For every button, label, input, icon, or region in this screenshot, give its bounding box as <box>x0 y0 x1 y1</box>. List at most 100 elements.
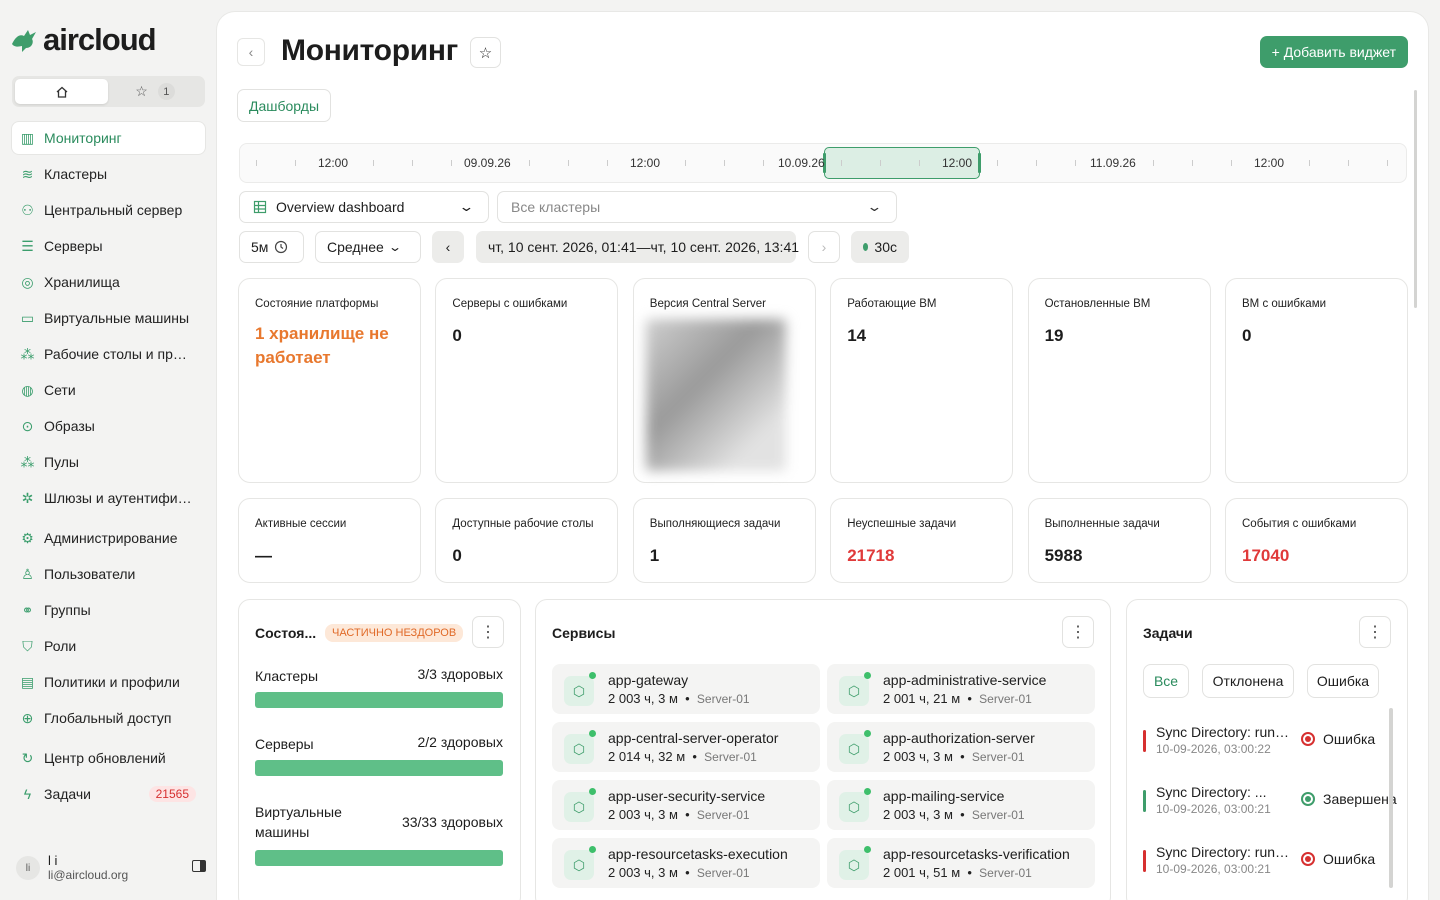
sidebar-item-10[interactable]: ✲ Шлюзы и аутентификация <box>12 482 205 514</box>
stat-card[interactable]: Доступные рабочие столы 0 <box>435 498 619 583</box>
interval-select[interactable]: 5м <box>239 231 304 263</box>
timeline-tick <box>256 160 257 166</box>
add-widget-button[interactable]: + Добавить виджет <box>1259 36 1408 68</box>
sidebar-item-12[interactable]: ♙ Пользователи <box>12 558 205 590</box>
stat-label: ВМ с ошибками <box>1242 298 1327 310</box>
sidebar-item-17[interactable]: ↻ Центр обновлений <box>12 742 205 774</box>
sidebar-item-4[interactable]: ◎ Хранилища <box>12 266 205 298</box>
timeline-label: 12:00 <box>942 156 973 170</box>
time-range-slider[interactable]: 12:00 09.09.26 12:00 10.09.26 12:00 11.09.26 1… <box>239 143 1407 183</box>
service-item[interactable]: ⬡ app-user-security-service 2 003 ч, 3 м… <box>552 780 820 830</box>
sidebar-item-2[interactable]: ⚇ Центральный сервер <box>12 194 205 226</box>
favorite-button[interactable]: ☆ <box>470 37 501 68</box>
service-item[interactable]: ⬡ app-resourcetasks-verification 2 001 ч… <box>827 838 1095 888</box>
timeline-tick <box>1036 160 1037 166</box>
sidebar-item-11[interactable]: ⚙ Администрирование <box>12 522 205 554</box>
sidebar-item-15[interactable]: ▤ Политики и профили <box>12 666 205 698</box>
status-icon <box>1301 792 1315 806</box>
health-bar <box>255 692 503 708</box>
tasks-count-badge: 21565 <box>148 786 196 802</box>
task-filter-tab[interactable]: Все <box>1143 664 1189 698</box>
sidebar-item-5[interactable]: ▭ Виртуальные машины <box>12 302 205 334</box>
sidebar-item-label: Сети <box>44 382 76 398</box>
sidebar-segment: ☆ 1 <box>12 76 205 107</box>
sidebar-item-18[interactable]: ϟ Задачи 21565 <box>12 778 205 810</box>
sidebar-toggle-icon[interactable] <box>192 860 206 872</box>
dashboards-button[interactable]: Дашборды <box>237 89 331 122</box>
sidebar-item-16[interactable]: ⊕ Глобальный доступ <box>12 702 205 734</box>
sidebar-item-7[interactable]: ◍ Сети <box>12 374 205 406</box>
stat-label: Серверы с ошибками <box>452 298 568 310</box>
task-item[interactable]: Sync Directory: running 10-09-2026, 03:0… <box>1143 844 1375 884</box>
stat-card[interactable]: Выполненные задачи 5988 <box>1027 498 1211 583</box>
central-server-icon: ⚇ <box>21 201 34 218</box>
timeline-tick <box>607 160 608 166</box>
stat-card[interactable]: Работающие ВМ 14 <box>830 278 1014 483</box>
logo[interactable]: aircloud <box>10 22 157 58</box>
dashboard-select[interactable]: Overview dashboard ⌄ <box>239 191 489 223</box>
tasks-menu-button[interactable]: ⋮ <box>1359 616 1391 648</box>
service-meta: 2 001 ч, 51 м • Server-01 <box>883 865 1032 880</box>
task-filter-tab[interactable]: Отклонена <box>1202 664 1294 698</box>
stat-label: Выполненные задачи <box>1044 518 1160 530</box>
sidebar-item-8[interactable]: ⊙ Образы <box>12 410 205 442</box>
service-item[interactable]: ⬡ app-mailing-service 2 003 ч, 3 м • Ser… <box>827 780 1095 830</box>
stat-card[interactable]: Остановленные ВМ 19 <box>1027 278 1211 483</box>
chart-icon: ▥ <box>20 129 35 146</box>
home-tab[interactable] <box>15 79 108 104</box>
stat-card[interactable]: ВМ с ошибками 0 <box>1225 278 1408 483</box>
task-item[interactable]: Sync Directory: running 10-09-2026, 03:0… <box>1143 724 1375 764</box>
aggregation-select[interactable]: Среднее ⌄ <box>315 231 421 263</box>
service-item[interactable]: ⬡ app-authorization-server 2 003 ч, 3 м … <box>827 722 1095 772</box>
refresh-interval[interactable]: 30с <box>851 231 909 263</box>
service-server: Server-01 <box>979 692 1032 706</box>
task-item[interactable]: Sync Directory: ... 10-09-2026, 03:00:21… <box>1143 784 1397 824</box>
sidebar-item-1[interactable]: ≋ Кластеры <box>12 158 205 190</box>
service-item[interactable]: ⬡ app-gateway 2 003 ч, 3 м • Server-01 <box>552 664 820 714</box>
service-name: app-resourcetasks-verification <box>883 846 1070 862</box>
services-menu-button[interactable]: ⋮ <box>1062 616 1094 648</box>
stat-card[interactable]: Состояние платформы 1 хранилище не работа… <box>238 278 421 483</box>
page-scrollbar[interactable] <box>1414 90 1417 308</box>
services-widget: Сервисы ⋮ ⬡ app-gateway 2 003 ч, 3 м • S… <box>535 599 1111 900</box>
prev-range-button[interactable]: ‹ <box>432 231 464 263</box>
service-uptime: 2 003 ч, 3 м <box>883 807 953 822</box>
service-name: app-mailing-service <box>883 788 1005 804</box>
service-meta: 2 003 ч, 3 м • Server-01 <box>883 749 1025 764</box>
clusters-select[interactable]: Все кластеры ⌄ <box>497 191 897 223</box>
favorites-tab[interactable]: ☆ 1 <box>108 79 202 104</box>
stat-card[interactable]: Серверы с ошибками 0 <box>435 278 619 483</box>
timeline-tick <box>295 160 296 166</box>
stat-card[interactable]: Версия Central Server <box>632 278 816 483</box>
health-menu-button[interactable]: ⋮ <box>472 616 504 648</box>
user-profile[interactable]: li l i li@aircloud.org <box>16 852 206 884</box>
status-dot-icon <box>864 730 871 737</box>
tasks-scrollbar[interactable] <box>1389 708 1393 888</box>
logo-text: aircloud <box>43 22 157 57</box>
timeline-tick <box>880 160 881 166</box>
stat-value: 1 хранилище не работает <box>255 324 389 367</box>
service-icon: ⬡ <box>839 676 869 706</box>
stat-card[interactable]: Выполняющиеся задачи 1 <box>632 498 816 583</box>
monitor-icon: ▭ <box>20 309 35 326</box>
stat-card[interactable]: Активные сессии — <box>238 498 421 583</box>
sidebar-item-label: Кластеры <box>44 166 107 182</box>
sidebar-item-13[interactable]: ⚭ Группы <box>12 594 205 626</box>
status-icon <box>1301 852 1315 866</box>
sidebar-item-label: Образы <box>44 418 95 434</box>
sidebar-item-3[interactable]: ☰ Серверы <box>12 230 205 262</box>
service-item[interactable]: ⬡ app-central-server-operator 2 014 ч, 3… <box>552 722 820 772</box>
stat-card[interactable]: Неуспешные задачи 21718 <box>830 498 1014 583</box>
sidebar-item-0[interactable]: ▥ Мониторинг <box>12 122 205 154</box>
sidebar-item-9[interactable]: ⁂ Пулы <box>12 446 205 478</box>
service-item[interactable]: ⬡ app-administrative-service 2 001 ч, 21… <box>827 664 1095 714</box>
back-button[interactable]: ‹ <box>237 38 265 66</box>
sidebar-item-14[interactable]: ⛉ Роли <box>12 630 205 662</box>
next-range-button[interactable]: › <box>808 231 840 263</box>
sidebar-item-6[interactable]: ⁂ Рабочие столы и приложения <box>12 338 205 370</box>
stat-card[interactable]: События с ошибками 17040 <box>1225 498 1408 583</box>
date-range-display[interactable]: чт, 10 сент. 2026, 01:41—чт, 10 сент. 20… <box>476 231 799 263</box>
task-filter-tab[interactable]: Ошибка <box>1307 664 1379 698</box>
service-item[interactable]: ⬡ app-resourcetasks-execution 2 003 ч, 3… <box>552 838 820 888</box>
home-icon <box>56 86 67 98</box>
